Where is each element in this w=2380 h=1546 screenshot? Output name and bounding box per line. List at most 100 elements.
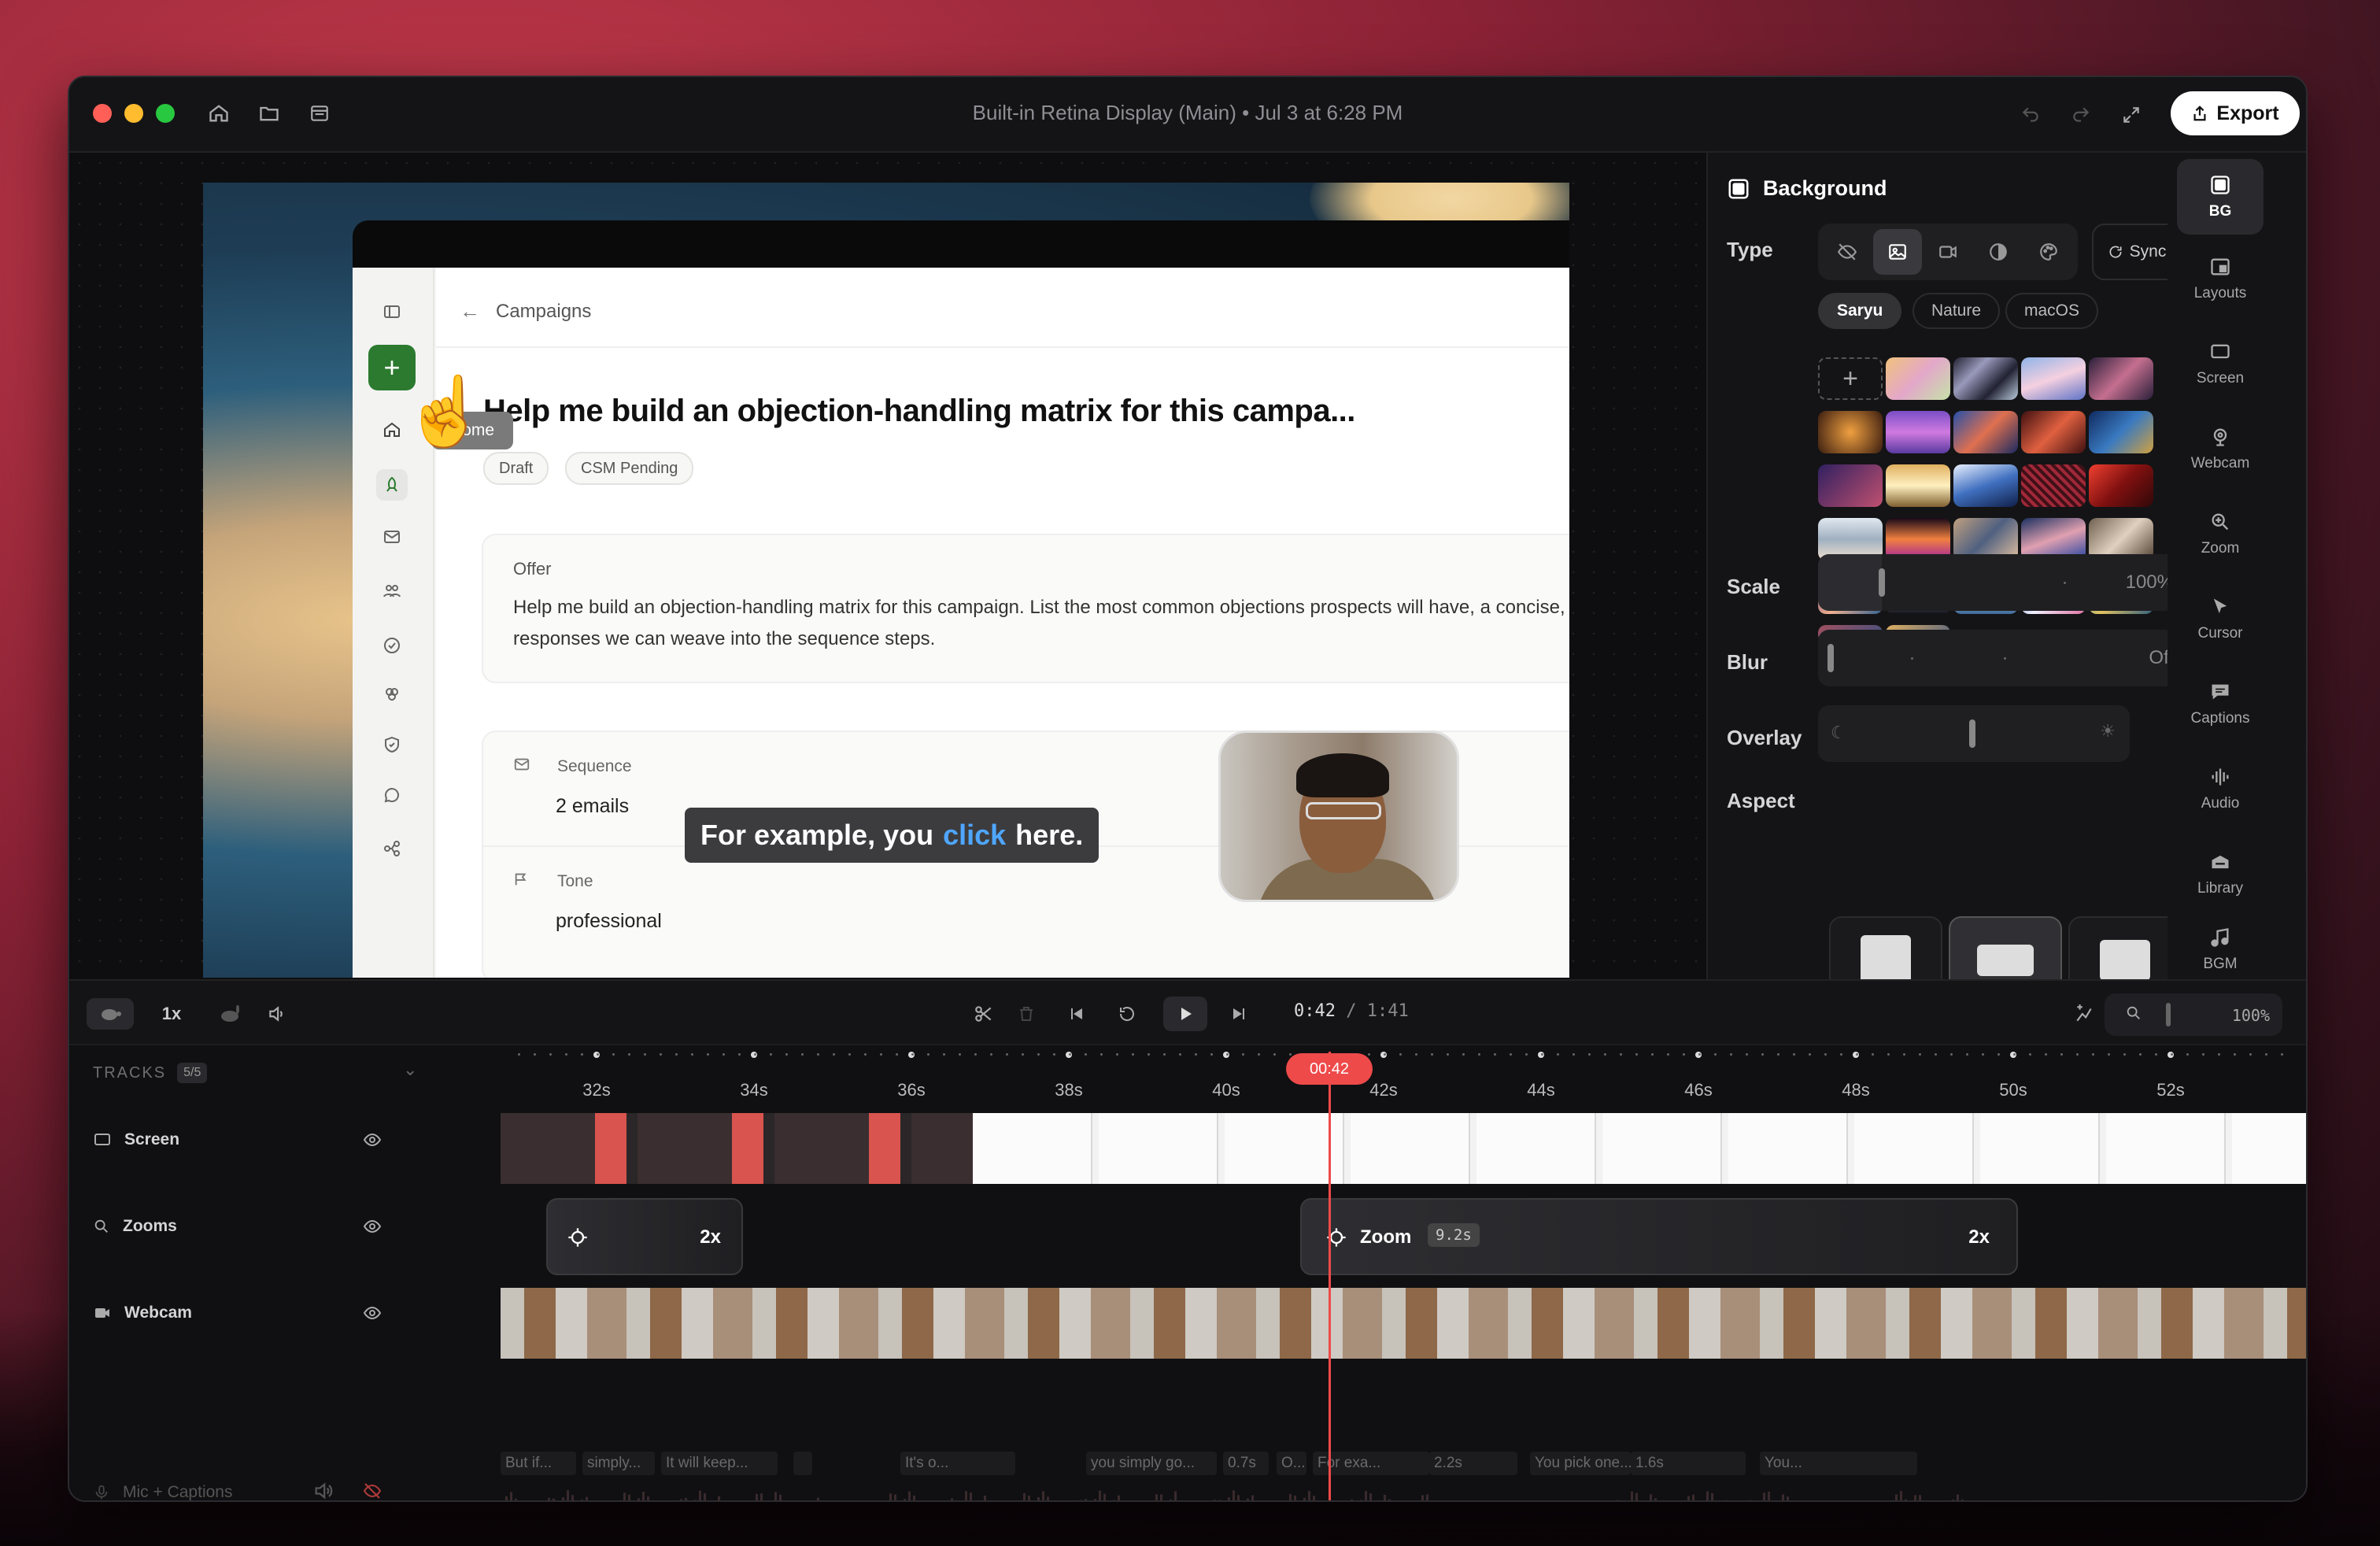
- wallpaper-swatch[interactable]: [2021, 464, 2086, 507]
- rail-webcam[interactable]: Webcam: [2177, 411, 2264, 486]
- scale-slider-knob[interactable]: [1878, 568, 1885, 597]
- trash-icon[interactable]: [1011, 998, 1042, 1030]
- wallpaper-swatch[interactable]: [1886, 357, 1950, 400]
- zoom-segment[interactable]: 2x: [546, 1198, 743, 1275]
- webcam-track-clip[interactable]: [501, 1288, 2306, 1359]
- track-screen[interactable]: Screen: [93, 1130, 179, 1149]
- caption-segment[interactable]: 1.6s: [1631, 1452, 1746, 1475]
- caption-highlight: click: [943, 819, 1007, 851]
- caption-segment[interactable]: [793, 1452, 812, 1475]
- type-video-button[interactable]: [1924, 229, 1972, 275]
- caption-segment[interactable]: It's o...: [900, 1452, 993, 1475]
- track-webcam[interactable]: Webcam: [93, 1304, 192, 1322]
- rail-screen[interactable]: Screen: [2177, 326, 2264, 401]
- hidden-eye-icon[interactable]: [360, 1481, 384, 1500]
- rail-layouts[interactable]: Layouts: [2177, 241, 2264, 316]
- wallpaper-swatch[interactable]: [1953, 357, 2018, 400]
- screen-track-clip[interactable]: [501, 1113, 2306, 1184]
- caption-segment[interactable]: 0.7s: [1223, 1452, 1269, 1475]
- sequence-label: Sequence: [557, 757, 632, 775]
- playhead[interactable]: [1329, 1052, 1331, 1500]
- skip-forward-icon[interactable]: [1223, 998, 1255, 1030]
- scale-slider[interactable]: 100%: [1818, 554, 2191, 611]
- type-none-button[interactable]: [1823, 229, 1872, 275]
- type-color-button[interactable]: [2024, 229, 2073, 275]
- webcam-overlay[interactable]: [1218, 730, 1459, 902]
- preview-canvas[interactable]: + ← Campaigns Help me build an objection…: [203, 183, 1569, 978]
- wallpaper-swatch[interactable]: [1818, 464, 1883, 507]
- overlay-slider-knob[interactable]: [1969, 719, 1975, 748]
- caption-segment[interactable]: simply...: [582, 1452, 655, 1475]
- rail-cursor[interactable]: Cursor: [2177, 581, 2264, 656]
- export-button[interactable]: Export: [2171, 91, 2300, 135]
- caption-segment[interactable]: 2.2s: [1429, 1452, 1517, 1475]
- track-mic-captions[interactable]: Mic + Captions: [93, 1483, 232, 1500]
- rail-audio[interactable]: Audio: [2177, 751, 2264, 827]
- caption-segment[interactable]: [989, 1452, 1015, 1475]
- collapse-chevron-icon[interactable]: ⌄: [403, 1060, 417, 1080]
- playhead-time[interactable]: 00:42: [1286, 1053, 1373, 1085]
- fullscreen-icon[interactable]: [2116, 99, 2147, 131]
- zoom-slider-knob[interactable]: [2166, 1003, 2171, 1026]
- time-ruler[interactable]: 32s34s36s38s40s42s44s46s48s50s52s54s: [447, 1045, 2306, 1110]
- redo-icon[interactable]: [2065, 99, 2097, 131]
- caption-segment[interactable]: you simply go...: [1086, 1452, 1217, 1475]
- caption-segment[interactable]: O...: [1277, 1452, 1306, 1475]
- play-button[interactable]: [1163, 997, 1207, 1031]
- wallpaper-swatch[interactable]: [1953, 464, 2018, 507]
- category-nature[interactable]: Nature: [1913, 293, 2001, 329]
- wallpaper-swatch[interactable]: [1953, 411, 2018, 453]
- speed-value[interactable]: 1x: [140, 998, 203, 1030]
- eye-icon[interactable]: [360, 1130, 384, 1153]
- volume-icon[interactable]: [261, 998, 293, 1030]
- caption-segment[interactable]: It will keep...: [661, 1452, 778, 1475]
- rail-bgm[interactable]: BGM: [2177, 918, 2264, 981]
- caption-segment[interactable]: You...: [1760, 1452, 1917, 1475]
- type-gradient-button[interactable]: [1974, 229, 2023, 275]
- blur-slider[interactable]: Off: [1818, 630, 2191, 686]
- add-wallpaper-button[interactable]: +: [1818, 357, 1883, 400]
- sync-label: Sync: [2129, 242, 2167, 261]
- speaker-icon[interactable]: [312, 1480, 335, 1500]
- breadcrumb-campaigns: Campaigns: [496, 300, 592, 322]
- eye-icon[interactable]: [360, 1304, 384, 1326]
- wallpaper-swatch[interactable]: [2021, 411, 2086, 453]
- ruler-minor-dot: [990, 1053, 992, 1056]
- wallpaper-swatch[interactable]: [2089, 464, 2153, 507]
- caption-segment[interactable]: But if...: [501, 1452, 576, 1475]
- track-zooms[interactable]: Zooms: [93, 1217, 177, 1236]
- wallpaper-swatch[interactable]: [1818, 411, 1883, 453]
- skip-back-icon[interactable]: [1061, 998, 1092, 1030]
- aspect-option-wide[interactable]: [1949, 916, 2062, 987]
- screen-thumbnails-light: [973, 1113, 2306, 1184]
- rabbit-icon[interactable]: [211, 998, 250, 1030]
- replay-icon[interactable]: [1111, 998, 1143, 1030]
- rail-bg[interactable]: BG: [2177, 159, 2264, 235]
- eye-icon[interactable]: [360, 1217, 384, 1240]
- caption-segment[interactable]: You pick one...: [1530, 1452, 1631, 1475]
- aspect-option-square[interactable]: [1829, 916, 1942, 987]
- wallpaper-swatch[interactable]: [2089, 411, 2153, 453]
- category-macos[interactable]: macOS: [2005, 293, 2099, 329]
- rail-captions[interactable]: Captions: [2177, 666, 2264, 742]
- wallpaper-swatch[interactable]: [1886, 411, 1950, 453]
- rail-zoom[interactable]: Zoom: [2177, 496, 2264, 571]
- turtle-icon[interactable]: [87, 998, 134, 1030]
- ruler-minor-dot: [880, 1053, 882, 1056]
- category-saryu[interactable]: Saryu: [1818, 293, 1902, 329]
- blur-slider-knob[interactable]: [1828, 644, 1834, 672]
- zoom-segment[interactable]: Zoom 9.2s 2x: [1300, 1198, 2018, 1275]
- audio-waveform[interactable]: [501, 1486, 2308, 1502]
- captions-track[interactable]: But if... simply... It will keep... It's o.…: [501, 1452, 2306, 1475]
- type-image-button[interactable]: [1873, 229, 1922, 275]
- aspect-option-classic[interactable]: [2068, 916, 2182, 987]
- overlay-slider[interactable]: ☾ ☀: [1818, 705, 2130, 762]
- scissors-icon[interactable]: [968, 998, 1000, 1030]
- magic-zoom-icon[interactable]: [2068, 998, 2100, 1030]
- undo-icon[interactable]: [2015, 99, 2046, 131]
- wallpaper-swatch[interactable]: [2021, 357, 2086, 400]
- wallpaper-swatch[interactable]: [1886, 464, 1950, 507]
- timeline-zoom-control[interactable]: 100%: [2105, 993, 2282, 1036]
- rail-library[interactable]: Library: [2177, 836, 2264, 912]
- wallpaper-swatch[interactable]: [2089, 357, 2153, 400]
